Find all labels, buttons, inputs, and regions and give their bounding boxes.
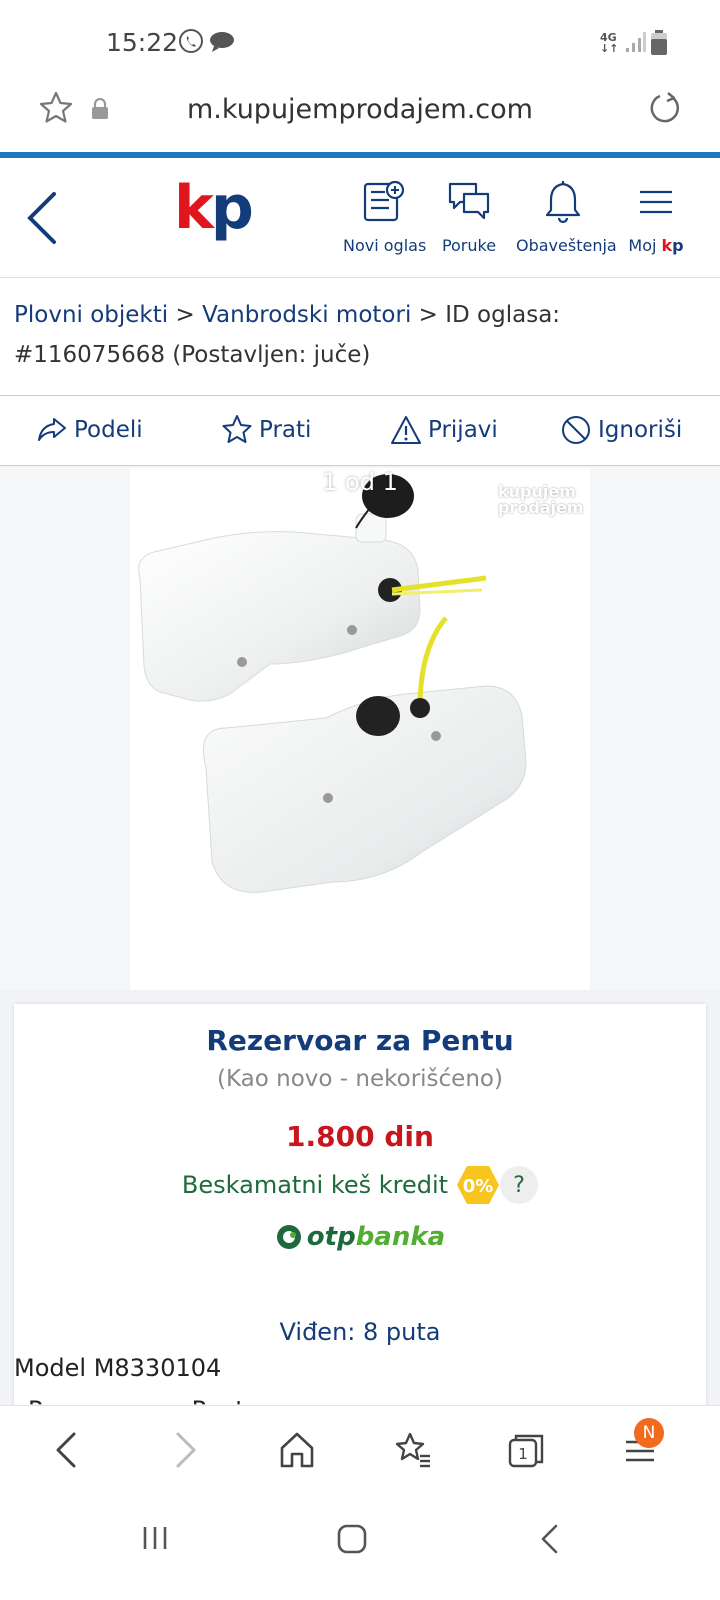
listing-description-model: Model M8330104: [14, 1354, 222, 1382]
zero-percent-badge: 0%: [456, 1164, 500, 1206]
battery-icon: [650, 30, 668, 60]
credit-link[interactable]: Beskamatni keš kredit: [182, 1171, 448, 1199]
svg-text:1: 1: [518, 1445, 528, 1463]
new-listing-icon: [343, 180, 423, 228]
system-home-icon[interactable]: [336, 1523, 368, 1559]
nav-new-listing[interactable]: Novi oglas: [343, 180, 426, 255]
home-icon[interactable]: [278, 1428, 316, 1476]
credit-help-button[interactable]: ?: [500, 1166, 539, 1204]
tabs-icon[interactable]: 1: [506, 1428, 546, 1476]
status-bar: 15:22 4G ↓↑: [0, 0, 720, 84]
reload-icon[interactable]: [647, 90, 683, 130]
viber-icon: [178, 28, 204, 58]
image-counter: 1 od 1: [322, 468, 398, 496]
status-time: 15:22: [106, 28, 179, 57]
watermark: kupujem prodajem: [498, 482, 584, 517]
menu-notification-badge: N: [634, 1418, 664, 1448]
follow-button[interactable]: Prati: [221, 410, 311, 450]
network-type: 4G ↓↑: [600, 31, 619, 55]
listing-condition: (Kao novo - nekorišćeno): [217, 1066, 503, 1092]
recent-apps-icon[interactable]: [140, 1523, 170, 1557]
warning-icon: [391, 416, 421, 444]
image-gallery[interactable]: [0, 468, 720, 990]
otp-bank-logo: otpbanka: [14, 1222, 706, 1252]
system-back-icon[interactable]: [538, 1523, 562, 1559]
listing-photo[interactable]: [130, 468, 590, 990]
browser-forward-icon[interactable]: [170, 1428, 200, 1476]
report-button[interactable]: Prijavi: [390, 410, 498, 450]
listing-title: Rezervoar za Pentu: [206, 1024, 514, 1057]
nav-notifications[interactable]: Obaveštenja: [516, 180, 617, 255]
kp-logo[interactable]: kp: [174, 178, 254, 238]
fuel-tank-photo: [138, 474, 527, 893]
action-bar: Podeli Prati Prijavi Ignoriši: [0, 396, 720, 466]
listing-price: 1.800 din: [286, 1120, 434, 1153]
back-chevron-icon[interactable]: [22, 188, 62, 252]
star-icon: [222, 415, 252, 443]
otp-logo-icon: [276, 1225, 301, 1249]
nav-my-kp[interactable]: Moj kp: [628, 180, 684, 255]
view-count: Viđen: 8 puta: [279, 1318, 441, 1346]
ignore-button[interactable]: Ignoriši: [560, 410, 682, 450]
breadcrumb-subcategory[interactable]: Vanbrodski motori: [202, 302, 411, 328]
breadcrumb: Plovni objekti > Vanbrodski motori > ID …: [14, 302, 561, 368]
block-icon: [562, 416, 590, 444]
bookmarks-icon[interactable]: [392, 1428, 432, 1476]
breadcrumb-category[interactable]: Plovni objekti: [14, 302, 168, 328]
svg-text:0%: 0%: [463, 1176, 494, 1197]
system-nav-bar: [0, 1495, 720, 1600]
bell-icon: [516, 180, 610, 228]
browser-back-icon[interactable]: [52, 1428, 82, 1476]
share-button[interactable]: Podeli: [36, 410, 143, 450]
chat-bubble-icon: [208, 28, 236, 58]
hamburger-menu-icon: [628, 180, 684, 228]
signal-icon: [624, 30, 646, 58]
credit-row: Beskamatni keš kredit 0% ?: [14, 1164, 706, 1206]
share-icon: [38, 418, 66, 441]
nav-messages[interactable]: Poruke: [441, 180, 497, 255]
browser-url-bar: m.kupujemprodajem.com: [0, 84, 720, 152]
site-header: kp Novi oglas Poruke Obaveštenja Moj kp: [0, 158, 720, 278]
url-text[interactable]: m.kupujemprodajem.com: [0, 94, 720, 125]
messages-icon: [441, 180, 497, 228]
browser-bottom-nav: 1: [0, 1405, 720, 1495]
